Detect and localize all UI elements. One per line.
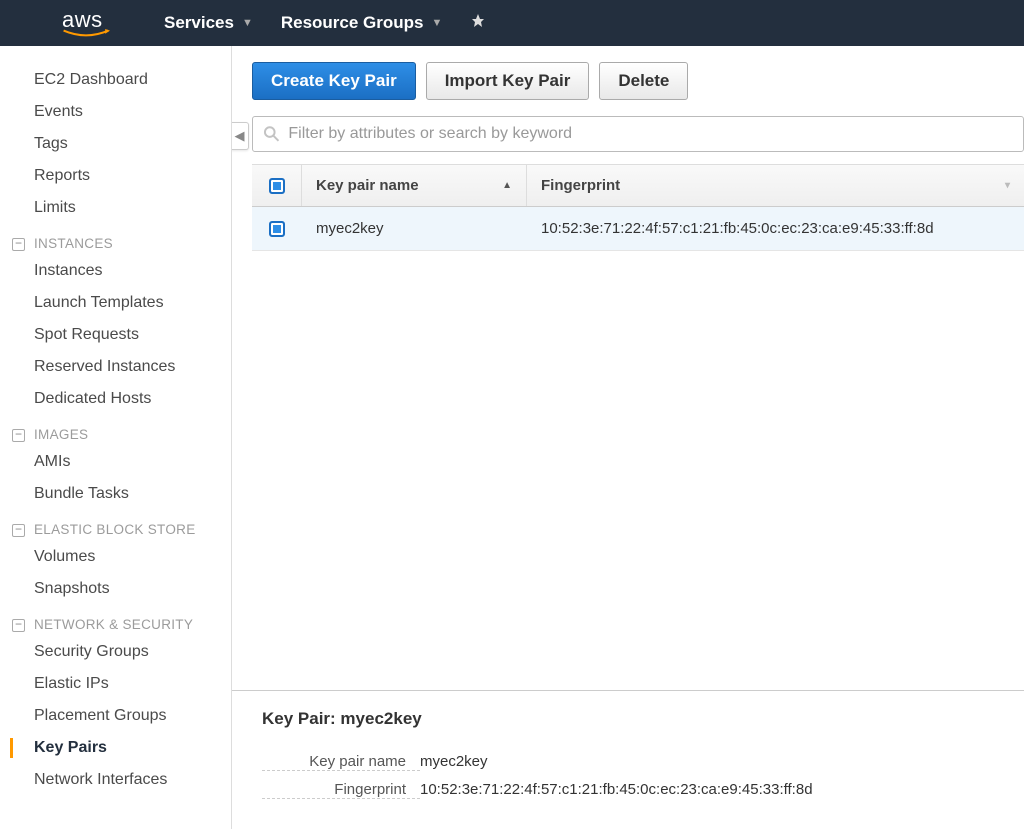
sidebar-item-ec2-dashboard[interactable]: EC2 Dashboard <box>0 64 231 96</box>
action-bar: Create Key Pair Import Key Pair Delete <box>232 46 1024 116</box>
column-header-fingerprint[interactable]: Fingerprint ▾ <box>527 165 1024 206</box>
sidebar-item-bundle-tasks[interactable]: Bundle Tasks <box>0 478 231 510</box>
sort-none-icon: ▾ <box>1005 180 1010 191</box>
key-pairs-table: Key pair name ▲ Fingerprint ▾ myec2key 1… <box>252 164 1024 251</box>
table-row[interactable]: myec2key 10:52:3e:71:22:4f:57:c1:21:fb:4… <box>252 207 1024 251</box>
sidebar-item-snapshots[interactable]: Snapshots <box>0 573 231 605</box>
column-header-fingerprint-label: Fingerprint <box>541 177 620 194</box>
aws-swoosh-icon <box>62 29 110 37</box>
search-box[interactable] <box>252 116 1024 152</box>
cell-key-name: myec2key <box>302 220 527 237</box>
sidebar-section-network-security[interactable]: NETWORK & SECURITY <box>0 605 231 636</box>
nav-services[interactable]: Services ▼ <box>150 13 267 33</box>
sidebar-item-amis[interactable]: AMIs <box>0 446 231 478</box>
chevron-down-icon: ▼ <box>242 17 253 29</box>
nav-services-label: Services <box>164 13 234 33</box>
sidebar-item-spot-requests[interactable]: Spot Requests <box>0 319 231 351</box>
detail-heading: Key Pair: myec2key <box>262 709 994 729</box>
detail-label-fingerprint: Fingerprint <box>262 781 420 799</box>
main-content: ◀ Create Key Pair Import Key Pair Delete… <box>232 46 1024 829</box>
sidebar-item-key-pairs[interactable]: Key Pairs <box>0 732 231 764</box>
nav-resource-groups-label: Resource Groups <box>281 13 424 33</box>
detail-value-fingerprint: 10:52:3e:71:22:4f:57:c1:21:fb:45:0c:ec:2… <box>420 781 813 799</box>
create-key-pair-button[interactable]: Create Key Pair <box>252 62 416 100</box>
sidebar-item-elastic-ips[interactable]: Elastic IPs <box>0 668 231 700</box>
collapse-sidebar-tab[interactable]: ◀ <box>232 122 249 150</box>
search-icon <box>263 125 280 143</box>
collapse-icon[interactable] <box>12 619 25 632</box>
sidebar-item-events[interactable]: Events <box>0 96 231 128</box>
top-nav: aws Services ▼ Resource Groups ▼ <box>0 0 1024 46</box>
ec2-sidebar: EC2 Dashboard Events Tags Reports Limits… <box>0 46 232 829</box>
detail-value-name: myec2key <box>420 753 488 771</box>
row-checkbox[interactable] <box>269 221 285 237</box>
delete-button[interactable]: Delete <box>599 62 688 100</box>
detail-label-name: Key pair name <box>262 753 420 771</box>
sidebar-item-security-groups[interactable]: Security Groups <box>0 636 231 668</box>
column-header-name-label: Key pair name <box>316 177 419 194</box>
collapse-icon[interactable] <box>12 524 25 537</box>
sidebar-item-reserved-instances[interactable]: Reserved Instances <box>0 351 231 383</box>
sidebar-item-reports[interactable]: Reports <box>0 160 231 192</box>
collapse-icon[interactable] <box>12 238 25 251</box>
sidebar-item-instances[interactable]: Instances <box>0 255 231 287</box>
detail-panel: Key Pair: myec2key Key pair name myec2ke… <box>232 690 1024 829</box>
sidebar-item-network-interfaces[interactable]: Network Interfaces <box>0 764 231 796</box>
search-input[interactable] <box>288 125 1013 143</box>
pin-icon[interactable] <box>470 13 486 34</box>
sidebar-section-instances[interactable]: INSTANCES <box>0 224 231 255</box>
sidebar-item-tags[interactable]: Tags <box>0 128 231 160</box>
column-header-name[interactable]: Key pair name ▲ <box>302 165 527 206</box>
aws-logo[interactable]: aws <box>62 9 110 37</box>
cell-fingerprint: 10:52:3e:71:22:4f:57:c1:21:fb:45:0c:ec:2… <box>527 220 1024 237</box>
sidebar-section-ebs[interactable]: ELASTIC BLOCK STORE <box>0 510 231 541</box>
sidebar-item-launch-templates[interactable]: Launch Templates <box>0 287 231 319</box>
logo-text: aws <box>62 9 110 31</box>
sidebar-item-volumes[interactable]: Volumes <box>0 541 231 573</box>
nav-resource-groups[interactable]: Resource Groups ▼ <box>267 13 457 33</box>
sidebar-item-dedicated-hosts[interactable]: Dedicated Hosts <box>0 383 231 415</box>
sidebar-item-limits[interactable]: Limits <box>0 192 231 224</box>
import-key-pair-button[interactable]: Import Key Pair <box>426 62 590 100</box>
chevron-down-icon: ▼ <box>432 17 443 29</box>
sidebar-item-placement-groups[interactable]: Placement Groups <box>0 700 231 732</box>
select-all-checkbox[interactable] <box>269 178 285 194</box>
table-header: Key pair name ▲ Fingerprint ▾ <box>252 165 1024 207</box>
collapse-icon[interactable] <box>12 429 25 442</box>
sort-asc-icon: ▲ <box>502 180 512 191</box>
sidebar-section-images[interactable]: IMAGES <box>0 415 231 446</box>
